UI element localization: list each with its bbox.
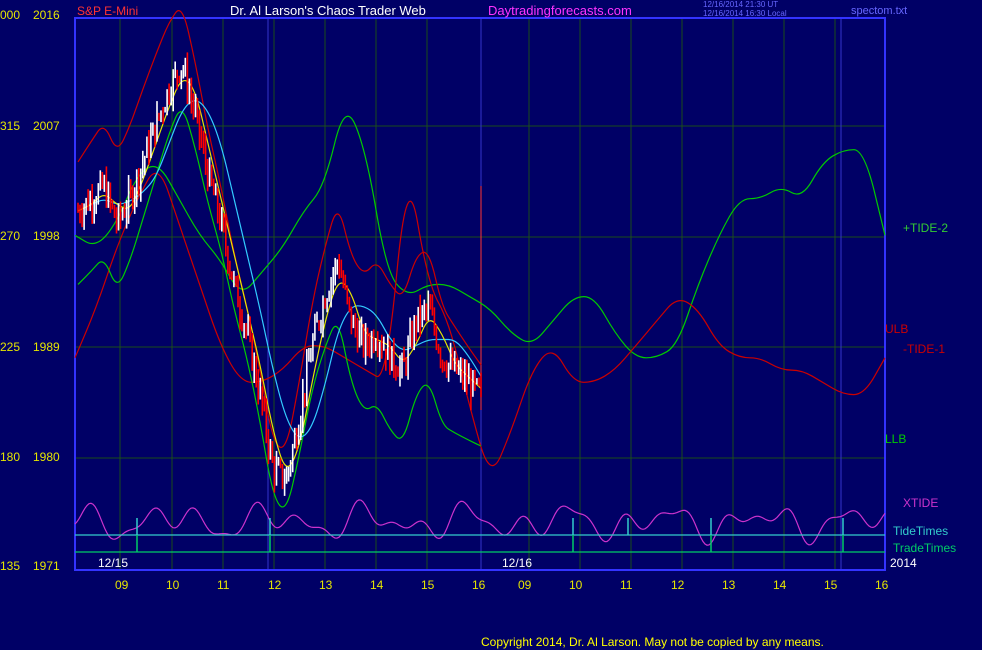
llb-legend: LLB: [885, 432, 907, 446]
year-label: 2014: [890, 556, 917, 570]
x-hour-label: 12: [268, 578, 282, 592]
y-index-label: 180: [0, 450, 21, 464]
xtide-line: [74, 499, 886, 546]
site-label[interactable]: Daytradingforecasts.com: [488, 4, 632, 18]
tidetimes-legend: TideTimes: [893, 524, 949, 538]
x-hour-label: 11: [217, 578, 230, 592]
x-hour-label: 16: [472, 578, 486, 592]
y-price-label: 1989: [33, 340, 60, 354]
fast-ma-line: [77, 79, 482, 467]
x-hour-label: 13: [722, 578, 736, 592]
local-time-label: 12/16/2014 16:30 Local: [703, 9, 787, 18]
file-label: spectom.txt: [851, 5, 908, 17]
date-mid-label: 12/16: [502, 556, 533, 570]
y-index-label: 270: [0, 229, 21, 243]
symbol-label: S&P E-Mini: [77, 4, 139, 18]
tradetimes-legend: TradeTimes: [893, 541, 957, 555]
xtide-legend: XTIDE: [903, 496, 939, 510]
x-hour-label: 14: [370, 578, 384, 592]
x-hour-label: 13: [319, 578, 333, 592]
chart-canvas: [74, 10, 886, 571]
ulb-legend: ULB: [885, 322, 909, 336]
x-hour-label: 09: [115, 578, 129, 592]
y-index-label: 135: [0, 559, 21, 573]
x-hour-label: 16: [875, 578, 889, 592]
slow-ma-line: [77, 100, 482, 438]
y-price-label: 1998: [33, 229, 60, 243]
x-hour-label: 14: [773, 578, 787, 592]
x-hour-label: 11: [620, 578, 633, 592]
y-price-label: 1980: [33, 450, 60, 464]
y-price-label: 2016: [33, 8, 60, 22]
y-index-label: 000: [0, 8, 21, 22]
chart-title: Dr. Al Larson's Chaos Trader Web: [230, 3, 426, 18]
tide1-legend: -TIDE-1: [903, 342, 945, 356]
x-hour-label: 10: [166, 578, 180, 592]
x-hour-label: 10: [569, 578, 583, 592]
y-price-label: 2007: [33, 119, 60, 133]
x-hour-label: 15: [421, 578, 435, 592]
tide1-line: [74, 172, 886, 467]
tide2-legend: +TIDE-2: [903, 221, 949, 235]
x-hour-label: 09: [518, 578, 532, 592]
ulb-line: [77, 10, 482, 448]
x-hour-label: 12: [671, 578, 685, 592]
y-index-label: 315: [0, 119, 21, 133]
copyright-text: Copyright 2014, Dr. Al Larson. May not b…: [481, 635, 824, 649]
y-index-label: 225: [0, 340, 21, 354]
ut-time-label: 12/16/2014 21:30 UT: [703, 0, 779, 9]
date-left-label: 12/15: [98, 556, 129, 570]
y-price-label: 1971: [33, 559, 60, 573]
x-hour-label: 15: [824, 578, 838, 592]
